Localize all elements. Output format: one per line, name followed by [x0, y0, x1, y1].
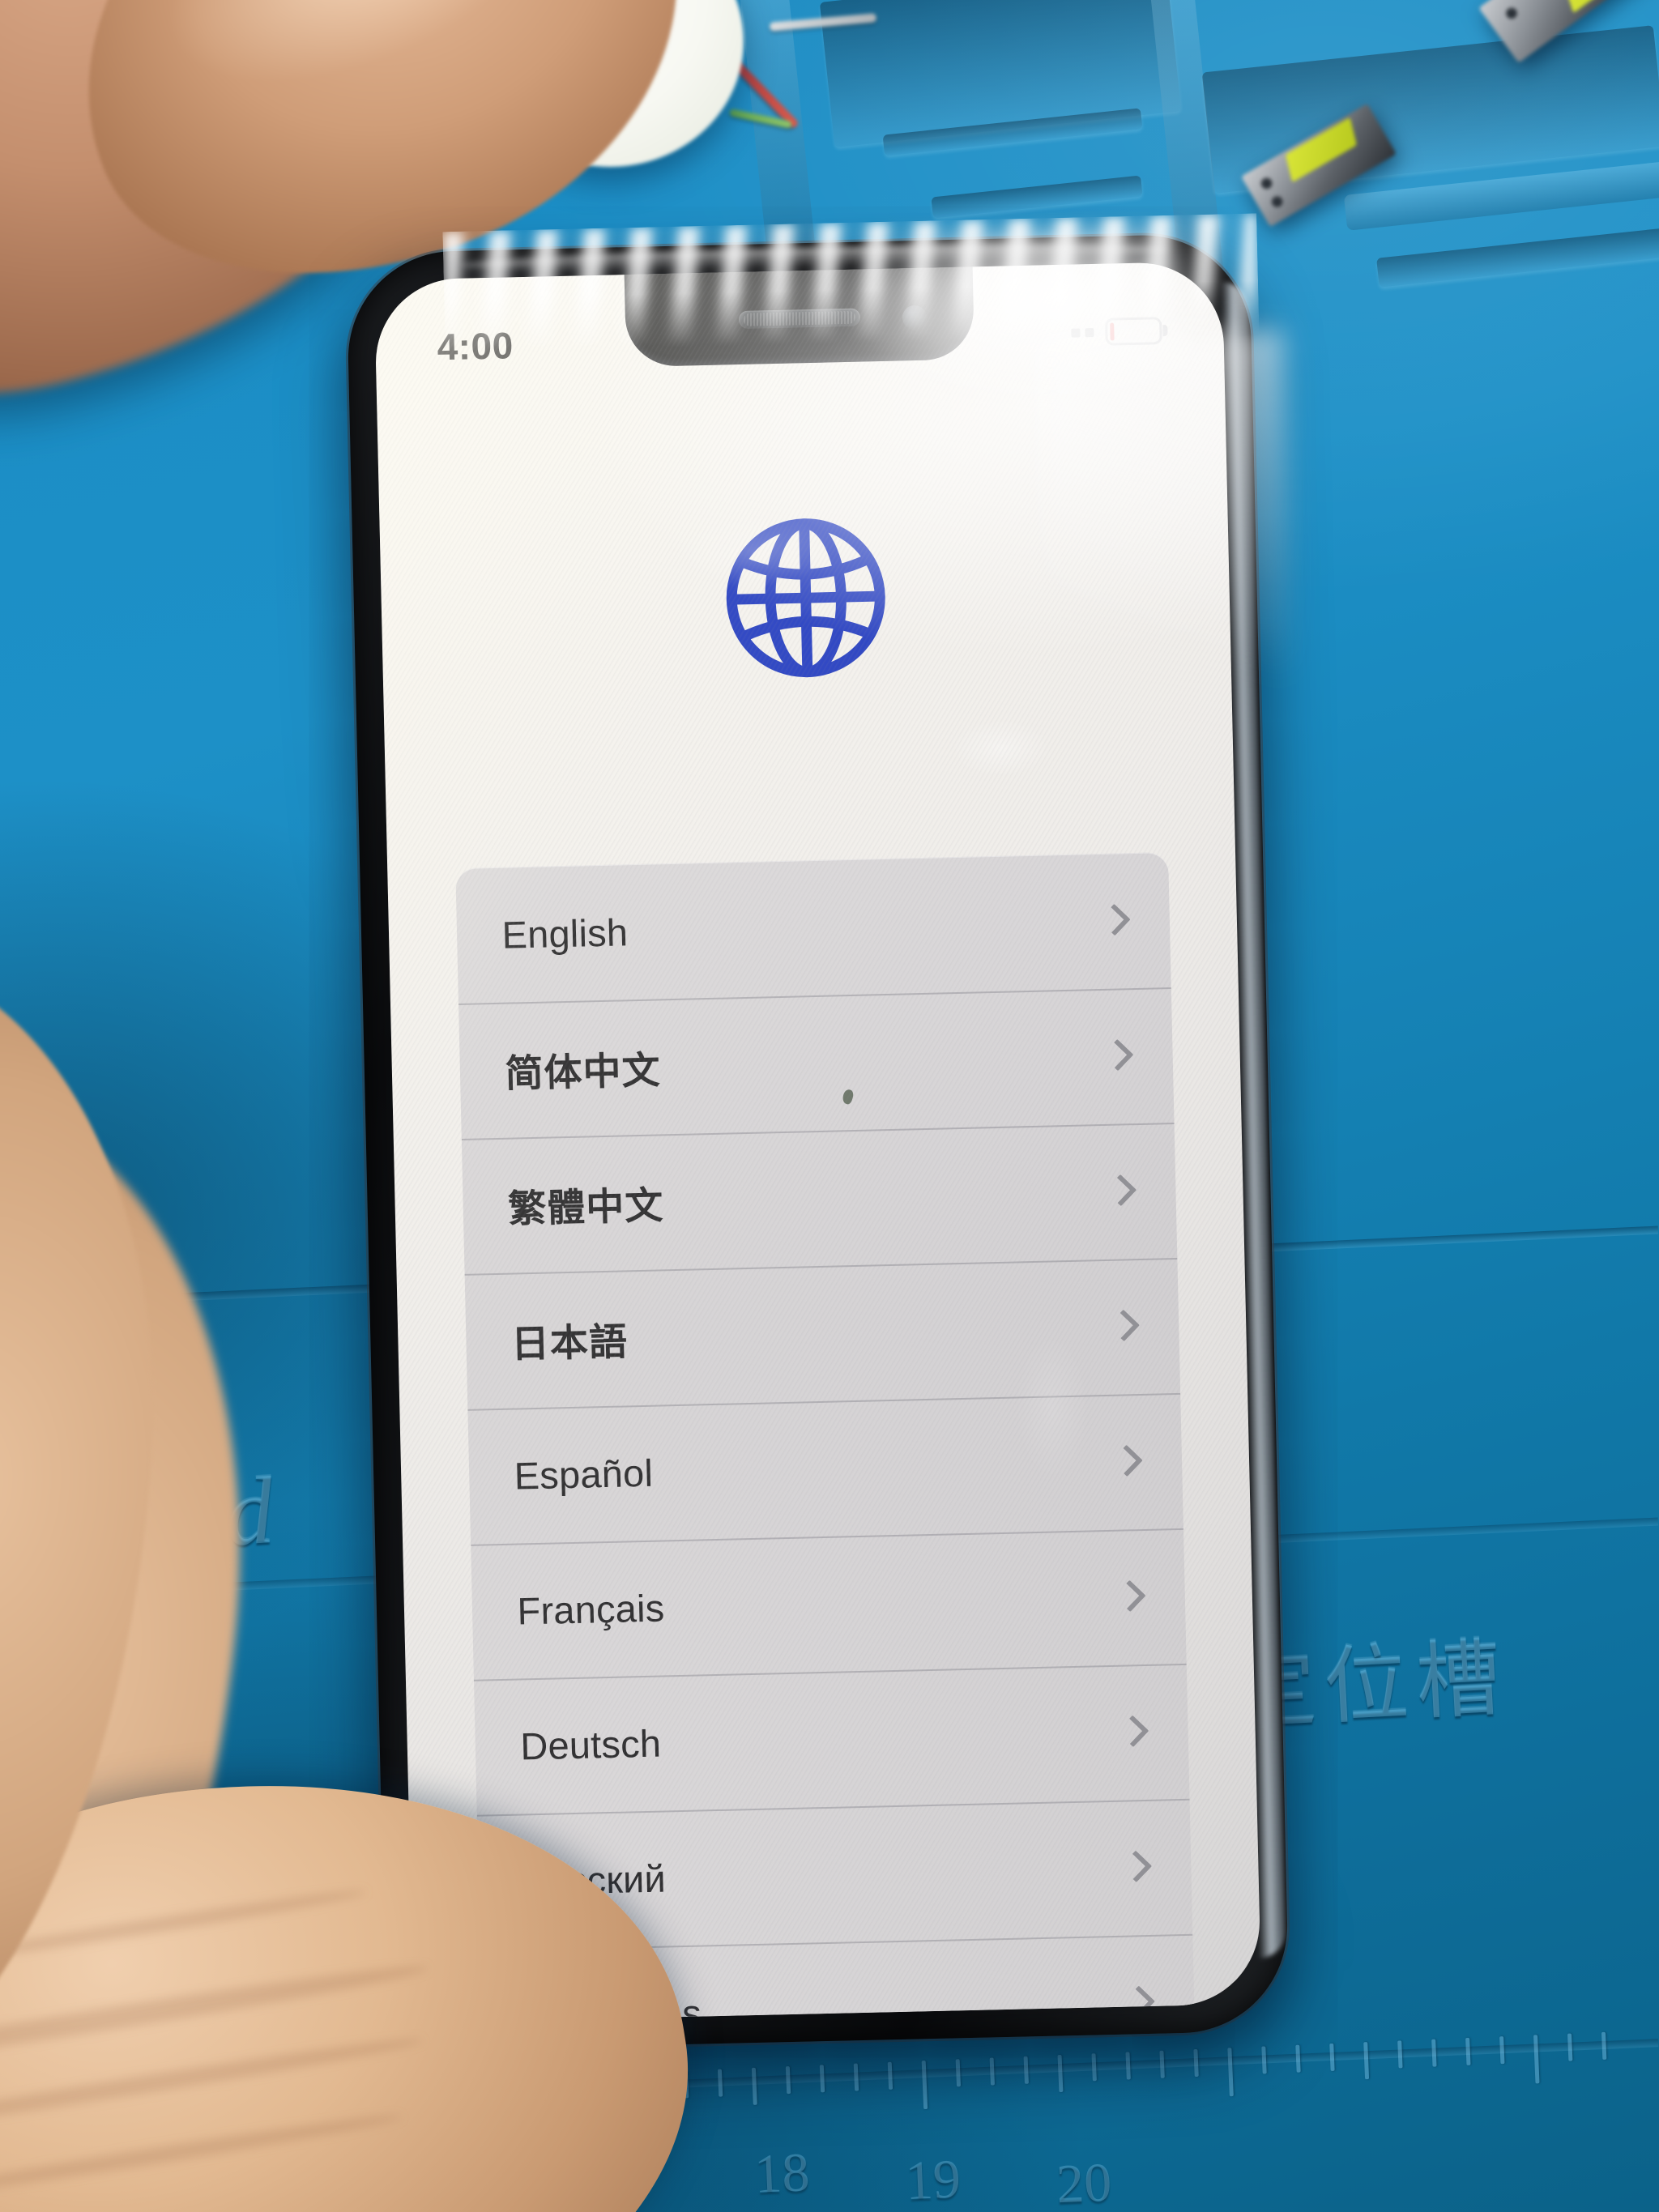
ruler-tick — [1567, 2033, 1573, 2061]
ruler-tick — [887, 2061, 893, 2090]
ruler-tick — [1023, 2056, 1029, 2084]
ruler-tick — [1227, 2048, 1234, 2097]
ruler-tick — [1261, 2046, 1267, 2074]
chevron-right-icon — [1101, 902, 1123, 940]
language-row-german[interactable]: Deutsch — [473, 1664, 1189, 1815]
blade-screw-hole — [1258, 175, 1275, 191]
skin-highlight — [133, 0, 586, 132]
ruler-tick — [1193, 2048, 1199, 2078]
photo-scene: t board 定位槽 17 18 19 20 — [0, 0, 1659, 2212]
ruler-tick — [819, 2065, 825, 2093]
language-row-spanish[interactable]: Español — [467, 1393, 1183, 1545]
ruler-tick — [1499, 2036, 1505, 2065]
ruler-tick — [1363, 2042, 1370, 2080]
ruler-tick — [1601, 2031, 1607, 2060]
language-label: Русский — [522, 1856, 667, 1903]
ruler-tick — [785, 2065, 791, 2095]
language-row-traditional-chinese[interactable]: 繁體中文 — [461, 1123, 1177, 1274]
skin-crease — [0, 1884, 369, 1965]
battery-low-icon — [1105, 317, 1162, 346]
language-label: 繁體中文 — [507, 1183, 664, 1230]
language-list: English 简体中文 繁體中文 日本語 Español Français D… — [454, 852, 1194, 2022]
smartphone: English 简体中文 繁體中文 日本語 Español Français D… — [345, 213, 1295, 2052]
ruler-tick — [921, 2060, 928, 2110]
language-label: English — [501, 910, 629, 957]
chevron-right-icon — [1110, 1308, 1132, 1346]
ruler-number: 18 — [753, 2141, 811, 2205]
chevron-right-icon — [1107, 1173, 1128, 1211]
ruler-number: 19 — [904, 2147, 962, 2212]
ruler-number: 20 — [1055, 2150, 1113, 2212]
chevron-right-icon — [1116, 1579, 1138, 1617]
signal-dots-icon — [1071, 327, 1094, 338]
front-camera-icon — [902, 305, 927, 330]
ruler-tick — [1057, 2054, 1064, 2093]
ruler-tick — [1159, 2050, 1165, 2078]
chevron-right-icon — [1104, 1038, 1126, 1076]
ruler-tick — [751, 2067, 757, 2105]
ruler-tick — [955, 2059, 962, 2087]
ruler-tick — [1125, 2052, 1131, 2080]
ruler-tick — [1295, 2044, 1301, 2073]
language-row-simplified-chinese[interactable]: 简体中文 — [458, 987, 1175, 1139]
language-label: Deutsch — [519, 1721, 662, 1768]
skin-crease — [0, 2108, 404, 2204]
ruler-tick — [1329, 2043, 1335, 2072]
ruler-tick — [1533, 2035, 1540, 2084]
status-bar-indicators — [1071, 317, 1162, 347]
language-label: 日本語 — [510, 1319, 629, 1366]
language-setup-screen: English 简体中文 繁體中文 日本語 Español Français D… — [374, 261, 1262, 2022]
phone-screen[interactable]: English 简体中文 繁體中文 日本語 Español Français D… — [373, 261, 1262, 2023]
ruler-tick — [989, 2057, 996, 2086]
ruler-tick — [1465, 2037, 1471, 2066]
chevron-right-icon — [1122, 1849, 1144, 1887]
ruler-tick — [1397, 2040, 1403, 2069]
skin-crease — [0, 1957, 430, 2076]
blade-screw-hole — [1503, 5, 1520, 21]
speaker-mesh — [743, 310, 855, 326]
ruler-tick — [1431, 2039, 1437, 2067]
language-row-english[interactable]: English — [455, 852, 1171, 1004]
battery-fill — [1110, 322, 1115, 341]
ruler-tick — [853, 2063, 859, 2091]
chevron-right-icon — [1120, 1714, 1141, 1752]
display-notch — [624, 263, 975, 368]
language-label: Español — [514, 1451, 654, 1498]
earpiece-speaker — [738, 308, 860, 329]
chevron-right-icon — [1113, 1443, 1135, 1481]
ruler-tick — [717, 2069, 723, 2097]
language-row-japanese[interactable]: 日本語 — [464, 1258, 1180, 1409]
globe-icon — [719, 512, 892, 684]
language-label: Français — [516, 1586, 665, 1633]
language-label: 简体中文 — [504, 1048, 662, 1095]
status-bar-clock: 4:00 — [437, 324, 514, 369]
blade-screw-hole — [1269, 194, 1286, 210]
ruler-tick — [1091, 2053, 1097, 2082]
language-row-french[interactable]: Français — [471, 1528, 1187, 1680]
